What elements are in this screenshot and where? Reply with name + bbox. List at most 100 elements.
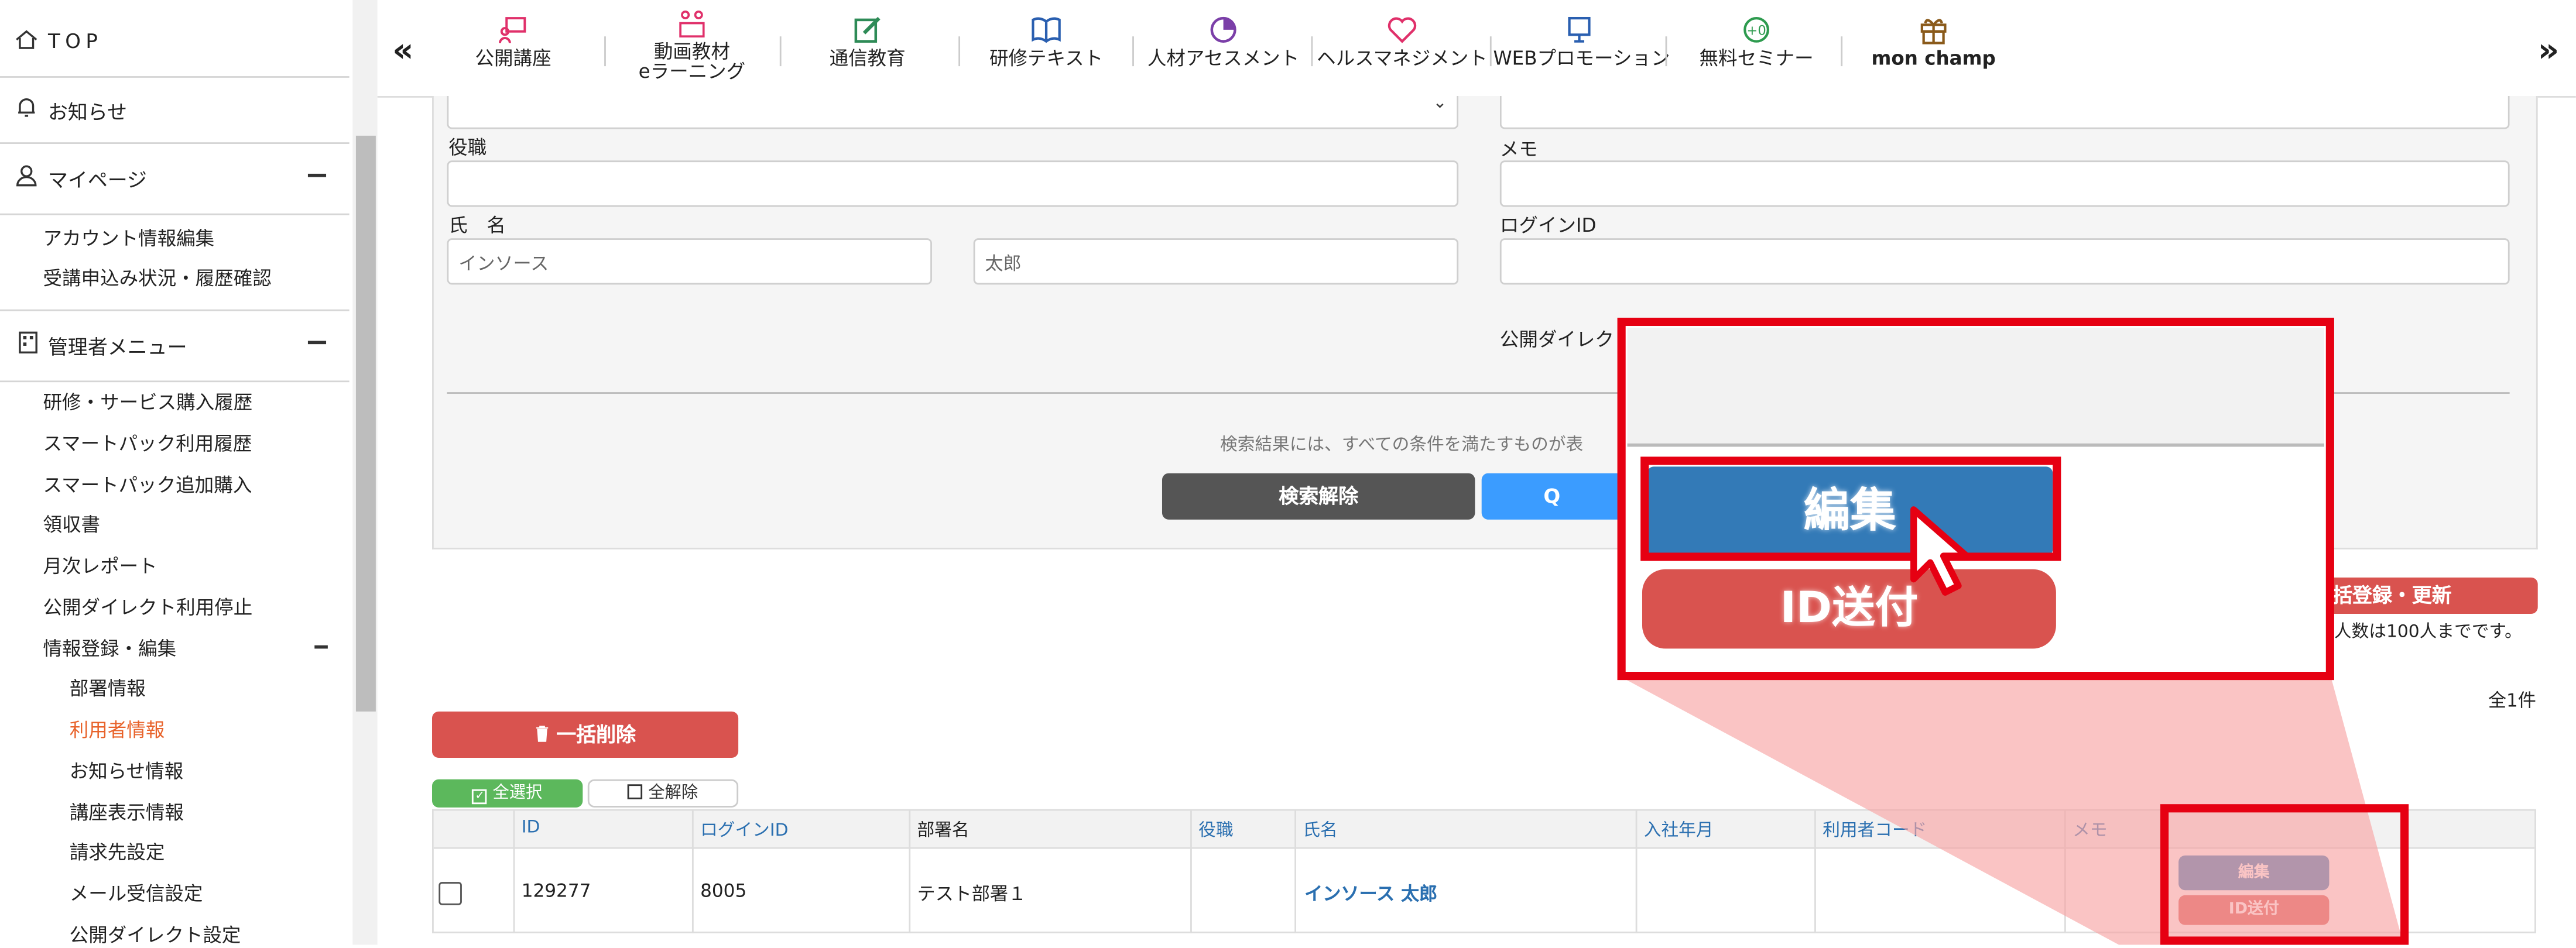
sidebar-sub-users[interactable]: 利用者情報 <box>70 716 165 743</box>
col-joined[interactable]: 入社年月 <box>1644 818 1714 842</box>
nav-label: 無料セミナー <box>1699 46 1814 70</box>
memo-label: メモ <box>1499 137 1538 161</box>
result-count: 全1件 <box>2488 690 2536 712</box>
bulk-delete-label: 一括削除 <box>556 723 636 747</box>
login-id-input[interactable] <box>1499 238 2510 285</box>
sidebar-item-smartpack[interactable]: スマートパック利用履歴 <box>43 430 252 456</box>
clear-search-button[interactable]: 検索解除 <box>1162 473 1475 520</box>
sidebar-item-account[interactable]: アカウント情報編集 <box>43 225 215 252</box>
cell-login-id: 8005 <box>700 880 747 902</box>
sidebar-admin-label: 管理者メニュー <box>48 336 187 359</box>
sidebar-sub-direct[interactable]: 公開ダイレクト設定 <box>70 922 241 948</box>
edit-note-icon <box>854 16 881 43</box>
memo-input[interactable] <box>1499 160 2510 207</box>
sidebar-item-monthly[interactable]: 月次レポート <box>43 552 157 579</box>
nav-public-course[interactable]: 公開講座 <box>444 0 583 96</box>
select-all-button[interactable]: ✓ 全選択 <box>432 779 583 808</box>
nav-video[interactable]: 動画教材 eラーニング <box>609 0 775 96</box>
gift-icon <box>1920 19 1947 44</box>
sidebar-item-history[interactable]: 受講申込み状況・履歴確認 <box>43 265 272 291</box>
sidebar-sub-course[interactable]: 講座表示情報 <box>70 799 184 826</box>
sidebar-sub-mail[interactable]: メール受信設定 <box>70 880 203 906</box>
sidebar-top[interactable]: TOP <box>0 4 350 78</box>
position-label: 役職 <box>448 135 487 159</box>
sidebar-item-info-edit[interactable]: 情報登録・編集 <box>43 636 177 662</box>
sidebar-mypage[interactable]: マイページ <box>0 144 350 215</box>
nav-label: ヘルスマネジメント <box>1317 46 1488 70</box>
people-screen-icon <box>679 10 705 38</box>
login-id-label: ログインID <box>1499 213 1597 237</box>
sidebar-sub-billing[interactable]: 請求先設定 <box>70 839 165 865</box>
nav-label: mon champ <box>1871 46 1996 70</box>
sidebar-scroll-thumb[interactable] <box>355 135 376 712</box>
col-login-id[interactable]: ログインID <box>700 818 788 842</box>
building-icon <box>19 331 37 353</box>
top-nav: « » 公開講座 動画教材 eラーニング 通信教育 研修テキスト 人材アセスメント <box>377 0 2576 98</box>
nav-web-promotion[interactable]: WEBプロモーション <box>1493 0 1670 96</box>
nav-prev-icon[interactable]: « <box>392 30 414 70</box>
bulk-delete-button[interactable]: 一括削除 <box>432 711 739 758</box>
sidebar-mypage-label: マイページ <box>48 169 147 193</box>
collapse-icon[interactable] <box>307 173 327 177</box>
sidebar-news[interactable]: お知らせ <box>0 76 350 145</box>
col-user-code[interactable]: 利用者コード <box>1823 818 1927 842</box>
col-id[interactable]: ID <box>522 818 540 837</box>
sidebar-top-label: TOP <box>48 29 103 53</box>
user-icon <box>16 165 37 187</box>
presentation-icon <box>498 17 526 43</box>
sidebar-sub-dept[interactable]: 部署情報 <box>70 675 146 702</box>
dept-select[interactable]: ⌄ <box>447 94 1459 129</box>
nav-mon-champ[interactable]: mon champ <box>1851 0 2016 96</box>
nav-free-seminar[interactable]: +0 無料セミナー <box>1678 0 1834 96</box>
nav-text[interactable]: 研修テキスト <box>970 0 1122 96</box>
col-position[interactable]: 役職 <box>1198 818 1233 842</box>
cell-id: 129277 <box>521 880 591 902</box>
mouse-cursor-icon <box>1910 506 1970 596</box>
first-name-placeholder: 太郎 <box>985 253 1022 275</box>
pie-chart-icon <box>1210 16 1236 43</box>
nav-label: 研修テキスト <box>989 46 1104 70</box>
sidebar-admin[interactable]: 管理者メニュー <box>0 311 350 383</box>
sidebar-item-receipt[interactable]: 領収書 <box>43 511 101 538</box>
search-note: 検索結果には、すべての条件を満たすものが表 <box>1220 435 1584 455</box>
highlight-box-small <box>2160 804 2409 945</box>
cell-dept: テスト部署１ <box>917 883 1027 905</box>
checkbox-checked-icon: ✓ <box>472 789 488 805</box>
deselect-all-button[interactable]: 全解除 <box>587 779 739 808</box>
book-icon <box>1032 17 1061 43</box>
sidebar-item-smartpack-add[interactable]: スマートパック追加購入 <box>43 472 252 498</box>
name-label: 氏 名 <box>448 213 506 237</box>
col-memo[interactable]: メモ <box>2073 818 2107 842</box>
cell-name-link[interactable]: インソース 太郎 <box>1304 880 1437 906</box>
nav-label: 公開講座 <box>475 46 551 70</box>
trash-icon <box>536 726 548 742</box>
svg-text:+0: +0 <box>1746 23 1766 38</box>
sidebar-sub-news[interactable]: お知らせ情報 <box>70 758 183 784</box>
nav-health[interactable]: ヘルスマネジメント <box>1314 0 1490 96</box>
last-name-input[interactable]: インソース <box>447 238 932 285</box>
public-direct-label: 公開ダイレク <box>1499 327 1614 351</box>
sidebar-item-purchase[interactable]: 研修・サービス購入履歴 <box>43 389 253 415</box>
search-button[interactable]: Q <box>1481 473 1623 520</box>
col-name[interactable]: 氏名 <box>1303 818 1337 842</box>
bulk-register-button[interactable]: 括登録・更新 <box>2325 577 2538 614</box>
sidebar-item-direct-stop[interactable]: 公開ダイレクト利用停止 <box>43 594 253 620</box>
bell-icon <box>18 98 35 117</box>
nav-next-icon[interactable]: » <box>2538 30 2560 70</box>
zero-coin-icon: +0 <box>1743 16 1769 43</box>
row-checkbox[interactable] <box>439 882 462 905</box>
upper-right-field[interactable] <box>1499 96 2510 129</box>
collapse-icon[interactable] <box>314 645 328 648</box>
nav-assessment[interactable]: 人材アセスメント <box>1136 0 1311 96</box>
collapse-icon[interactable] <box>307 341 327 345</box>
limit-note: 人数は100人までです。 <box>2334 622 2522 643</box>
first-name-input[interactable]: 太郎 <box>973 238 1459 285</box>
nav-correspondence[interactable]: 通信教育 <box>792 0 944 96</box>
nav-label: 人材アセスメント <box>1147 46 1300 70</box>
nav-label: 通信教育 <box>829 46 906 70</box>
monitor-icon <box>1568 16 1591 43</box>
heart-icon <box>1388 17 1417 43</box>
position-input[interactable] <box>447 160 1459 207</box>
home-icon <box>16 30 37 49</box>
col-dept: 部署名 <box>917 820 970 841</box>
